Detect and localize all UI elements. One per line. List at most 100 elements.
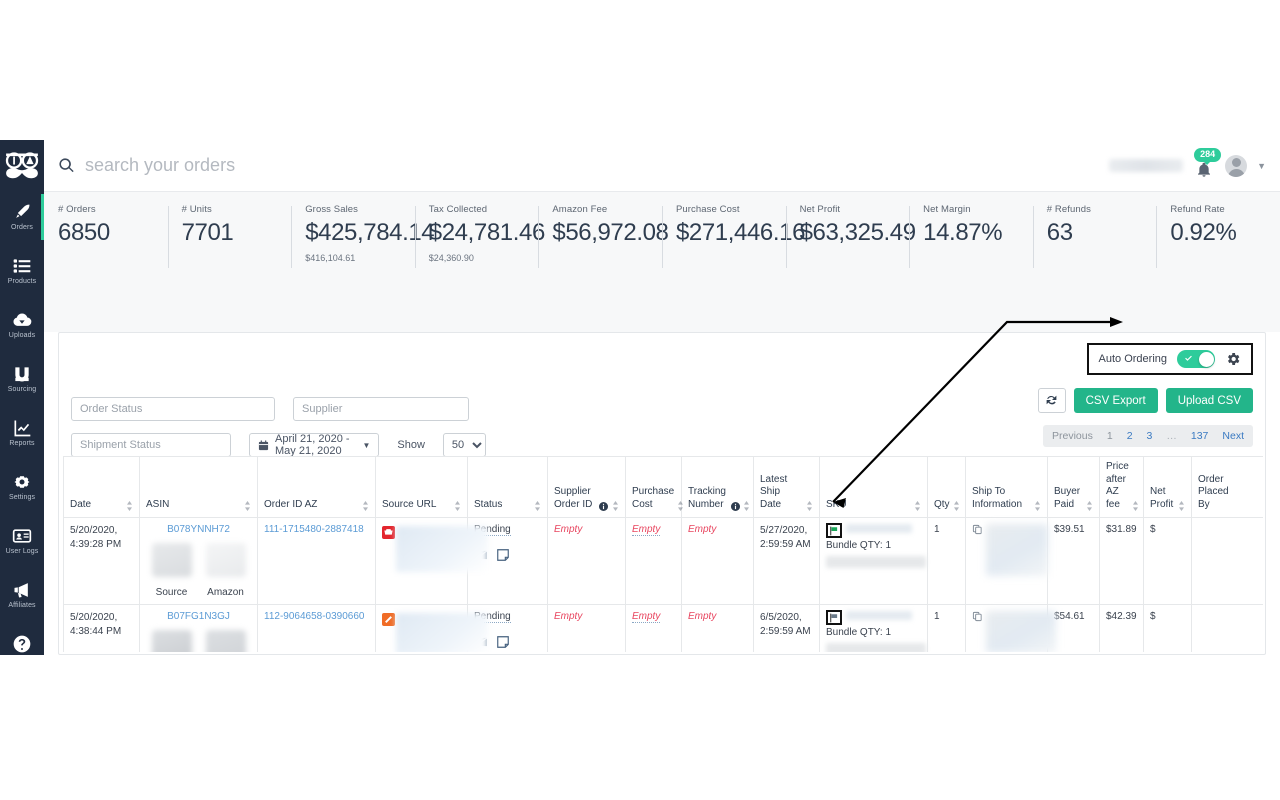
pagination-page-1[interactable]: 1 xyxy=(1100,425,1120,447)
col-tracking-number[interactable]: Tracking Number xyxy=(681,456,754,518)
col-order-placed-by[interactable]: Order Placed By xyxy=(1191,456,1263,518)
cell-buyer-paid: $39.51 xyxy=(1047,517,1100,605)
col-qty[interactable]: Qty xyxy=(927,456,966,518)
sidebar-item-affiliates[interactable]: Affiliates xyxy=(0,568,44,622)
auto-ordering-control[interactable]: Auto Ordering xyxy=(1086,343,1253,375)
col-asin[interactable]: ASIN xyxy=(139,456,258,518)
sidebar-item-reports[interactable]: Reports xyxy=(0,406,44,460)
orders-table-wrapper[interactable]: Date ASIN Order ID AZ Source URL Status … xyxy=(63,456,1263,652)
net-profit-value: $ xyxy=(1150,611,1156,622)
info-icon xyxy=(598,502,608,511)
supplier-input[interactable] xyxy=(293,397,469,421)
order-id-link[interactable]: 112-9064658-0390660 xyxy=(264,611,364,622)
search-area[interactable] xyxy=(44,155,1109,176)
order-status-input[interactable] xyxy=(71,397,275,421)
orders-panel: Auto Ordering CSV Export Upload CSV Prev… xyxy=(58,332,1266,655)
pagination-page-last[interactable]: 137 xyxy=(1184,425,1216,447)
auto-ordering-settings-gear-icon[interactable] xyxy=(1225,351,1241,367)
auto-ordering-toggle[interactable] xyxy=(1177,350,1215,368)
asin-link[interactable]: B07FG1N3GJ xyxy=(167,611,230,622)
sidebar-item-orders[interactable]: Orders xyxy=(0,190,44,244)
sku-extra-redacted xyxy=(826,643,926,652)
col-price-after-az-fee[interactable]: Price after AZ fee xyxy=(1099,456,1144,518)
col-net-profit[interactable]: Net Profit xyxy=(1143,456,1192,518)
metric-label: Purchase Cost xyxy=(675,204,740,215)
chart-line-icon xyxy=(12,418,32,438)
sidebar-item-help-center[interactable]: Help Center xyxy=(0,622,44,655)
refresh-button[interactable] xyxy=(1037,388,1066,413)
app-logo[interactable] xyxy=(0,140,44,190)
pagination-page-2[interactable]: 2 xyxy=(1120,425,1140,447)
sidebar-item-settings[interactable]: Settings xyxy=(0,460,44,514)
show-count-select[interactable]: 50 xyxy=(442,433,486,457)
thumbnail-image xyxy=(151,543,192,577)
col-label: Source URL xyxy=(382,498,437,510)
sidebar-item-products[interactable]: Products xyxy=(0,244,44,298)
search-input[interactable] xyxy=(85,155,505,176)
col-buyer-paid[interactable]: Buyer Paid xyxy=(1047,456,1100,518)
orange-store-icon xyxy=(382,613,395,626)
col-date[interactable]: Date xyxy=(63,456,140,518)
avatar[interactable] xyxy=(1225,154,1248,177)
col-sku[interactable]: SKU xyxy=(819,456,928,518)
sort-icon xyxy=(1132,501,1139,511)
col-purchase-cost[interactable]: Purchase Cost xyxy=(625,456,684,518)
col-latest-ship-date[interactable]: Latest Ship Date xyxy=(753,456,820,518)
col-label: Status xyxy=(474,498,503,510)
copy-icon[interactable] xyxy=(972,611,983,622)
table-row[interactable]: 5/20/2020, 4:38:44 PM B07FG1N3GJ Source xyxy=(63,604,1263,652)
date-range-picker[interactable]: April 21, 2020 - May 21, 2020 ▼ xyxy=(249,433,380,457)
thumbnail-source: Source xyxy=(151,543,192,598)
cell-sku: Bundle QTY: 1 xyxy=(819,604,928,652)
thumbnail-amazon: Amazon xyxy=(205,543,246,598)
col-status[interactable]: Status xyxy=(467,456,548,518)
search-icon xyxy=(58,157,75,174)
sort-icon xyxy=(612,501,619,511)
sku-content: Bundle QTY: 1 xyxy=(826,523,926,568)
source-url-preview[interactable] xyxy=(382,526,488,576)
col-supplier-order-id[interactable]: Supplier Order ID xyxy=(547,456,626,518)
csv-export-button[interactable]: CSV Export xyxy=(1073,388,1158,413)
order-id-link[interactable]: 111-1715480-2887418 xyxy=(264,524,364,535)
cell-sku: Bundle QTY: 1 xyxy=(819,517,928,605)
col-source-url[interactable]: Source URL xyxy=(375,456,468,518)
notifications-button[interactable]: 284 xyxy=(1193,147,1222,180)
source-url-preview[interactable] xyxy=(382,613,488,652)
metric-value: 7701 xyxy=(181,219,234,246)
sidebar-item-uploads[interactable]: Uploads xyxy=(0,298,44,352)
col-order-id-az[interactable]: Order ID AZ xyxy=(257,456,376,518)
panel-actions: CSV Export Upload CSV xyxy=(1037,388,1253,413)
cell-date: 5/20/2020, 4:39:28 PM xyxy=(63,517,140,605)
table-row[interactable]: 5/20/2020, 4:39:28 PM B078YNNH72 Source xyxy=(63,517,1263,605)
col-label: Supplier Order ID xyxy=(554,486,593,510)
help-circle-icon xyxy=(12,634,32,654)
col-label: Price after AZ fee xyxy=(1106,461,1129,510)
pagination-previous[interactable]: Previous xyxy=(1045,425,1100,447)
pagination-page-3[interactable]: 3 xyxy=(1140,425,1160,447)
chevron-down-icon[interactable]: ▼ xyxy=(1257,161,1266,171)
buyer-paid-value: $39.51 xyxy=(1054,524,1085,535)
info-icon xyxy=(730,502,740,511)
shipment-status-input[interactable] xyxy=(71,433,231,457)
col-ship-to-information[interactable]: Ship To Information xyxy=(965,456,1048,518)
asin-link[interactable]: B078YNNH72 xyxy=(167,524,230,535)
calendar-icon xyxy=(258,439,269,451)
upload-csv-button[interactable]: Upload CSV xyxy=(1165,388,1253,413)
copy-icon[interactable] xyxy=(972,524,983,535)
pagination-next[interactable]: Next xyxy=(1215,425,1251,447)
net-profit-value: $ xyxy=(1150,524,1156,535)
cell-source-url xyxy=(375,517,488,605)
note-icon[interactable] xyxy=(496,548,510,562)
empty-value: Empty xyxy=(688,524,717,535)
col-label: Ship To Information xyxy=(972,486,1023,510)
thumbnail-caption: Amazon xyxy=(207,587,244,598)
account-name-redacted xyxy=(1109,159,1184,172)
green-flag-icon[interactable] xyxy=(826,523,842,538)
table-head: Date ASIN Order ID AZ Source URL Status … xyxy=(63,456,1263,518)
red-store-icon xyxy=(382,526,395,539)
note-icon[interactable] xyxy=(496,635,510,649)
sidebar-item-user-logs[interactable]: User Logs xyxy=(0,514,44,568)
sidebar-item-sourcing[interactable]: Sourcing xyxy=(0,352,44,406)
sidebar-label: Sourcing xyxy=(7,386,37,393)
grey-flag-icon[interactable] xyxy=(826,610,842,625)
